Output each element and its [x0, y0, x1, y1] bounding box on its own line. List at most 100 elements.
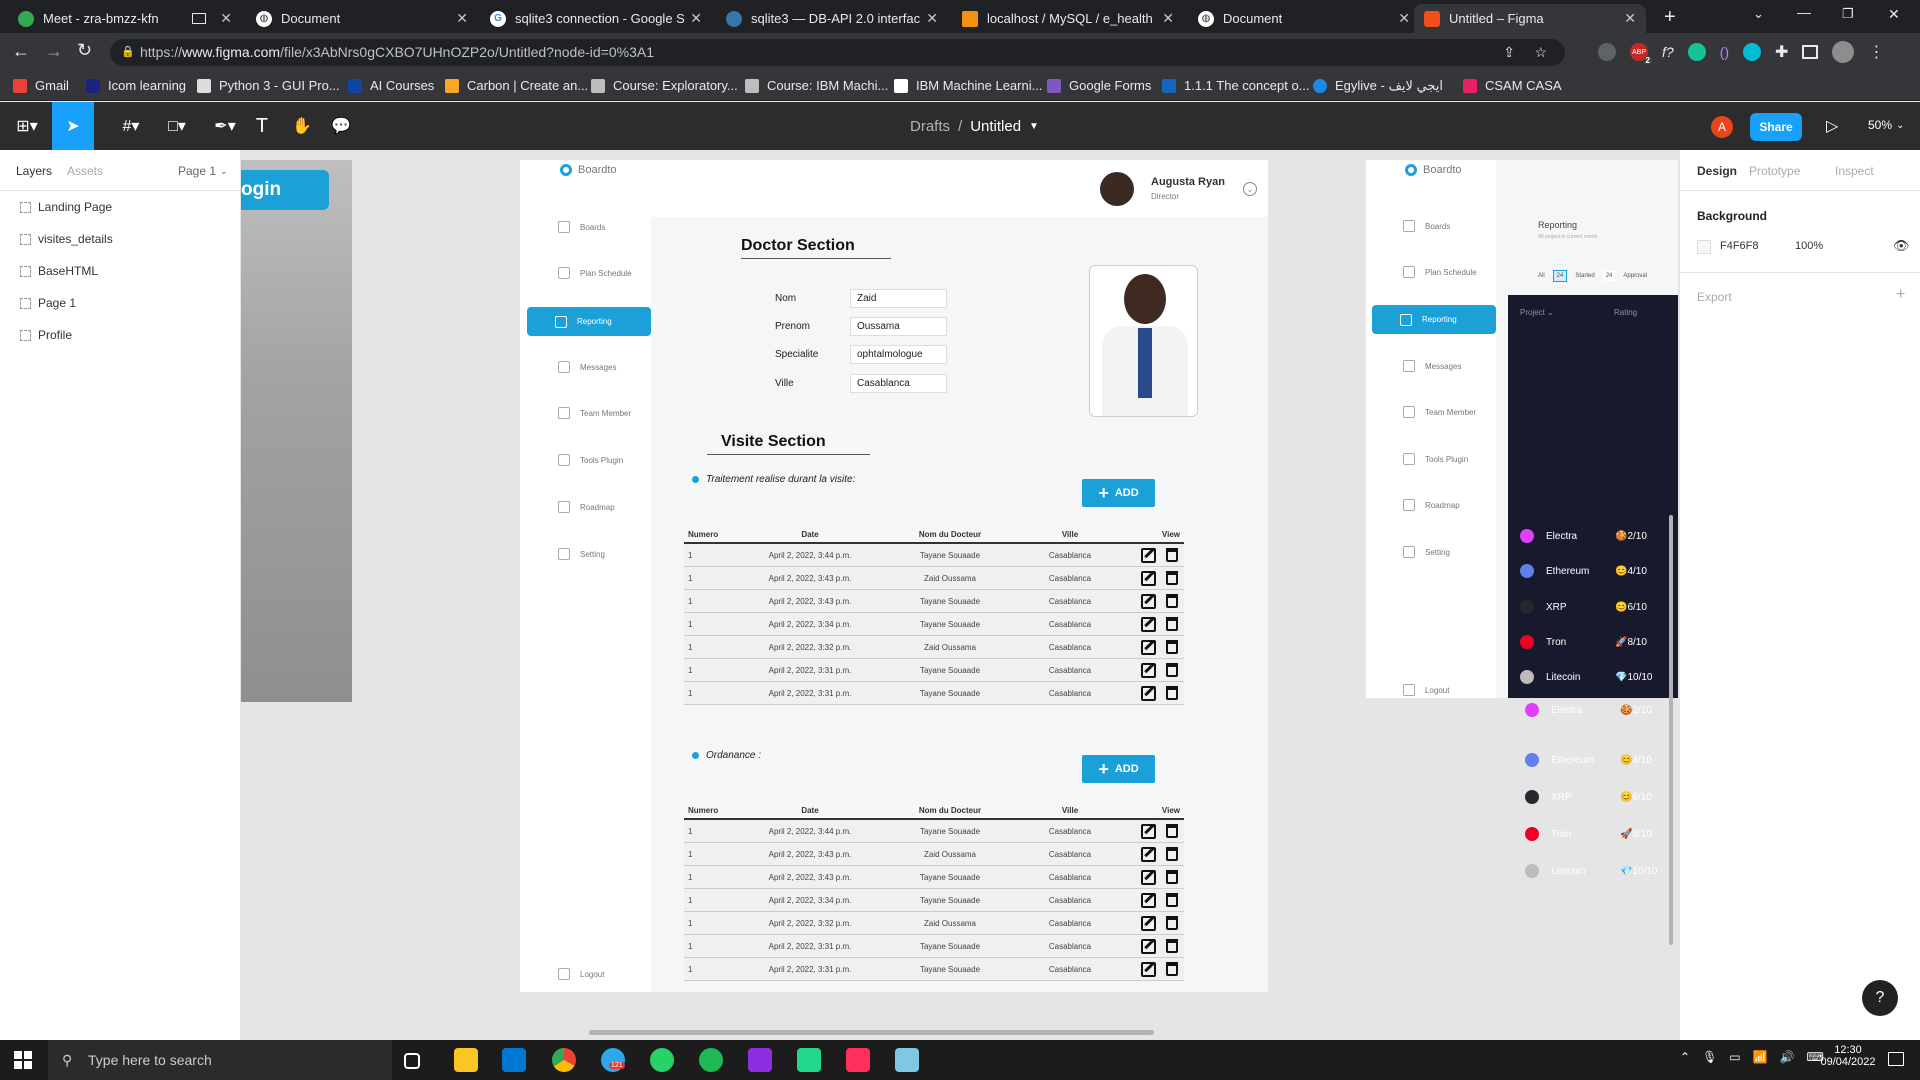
close-icon[interactable]: ✕ [1624, 10, 1636, 27]
layer-landing-page[interactable]: Landing Page [0, 191, 240, 223]
close-icon[interactable]: ✕ [1162, 10, 1174, 27]
sidebar-item-roadmap[interactable]: Roadmap [530, 494, 650, 520]
pycharm-icon[interactable] [797, 1048, 821, 1072]
filter-started[interactable]: Started [1575, 273, 1594, 279]
address-bar[interactable]: 🔒 https://www.figma.com/file/x3AbNrs0gCX… [110, 39, 1565, 66]
prenom-field[interactable]: Oussama [850, 317, 947, 336]
sidebar-item-tools-plugin[interactable]: Tools Plugin [1375, 446, 1495, 472]
sidebar-item-tools-plugin[interactable]: Tools Plugin [530, 447, 650, 473]
main-menu-icon[interactable]: ⊞▾ [6, 102, 48, 150]
phpstorm-icon[interactable] [748, 1048, 772, 1072]
bookmark-google-forms[interactable]: Google Forms [1047, 78, 1151, 93]
text-tool-icon[interactable]: T [241, 102, 283, 150]
edit-icon[interactable] [1141, 961, 1156, 977]
close-icon[interactable]: ✕ [220, 10, 232, 27]
edit-icon[interactable] [1141, 915, 1156, 931]
filter-all[interactable]: All [1538, 273, 1545, 279]
tab-figma[interactable]: Untitled – Figma ✕ [1414, 4, 1646, 33]
bookmark-course-ibm[interactable]: Course: IBM Machi... [745, 78, 888, 93]
formula-ext-icon[interactable]: f? [1662, 44, 1674, 60]
tab-python-docs[interactable]: sqlite3 — DB-API 2.0 interface fo ✕ [716, 4, 948, 33]
tab-prototype[interactable]: Prototype [1749, 164, 1800, 178]
hand-tool-icon[interactable]: ✋ [281, 102, 323, 150]
sidebar-item-messages[interactable]: Messages [530, 354, 650, 380]
profile-avatar[interactable] [1832, 41, 1855, 63]
edit-icon[interactable] [1141, 846, 1156, 862]
notification-icon[interactable] [1888, 1052, 1904, 1066]
sidebar-item-team-member[interactable]: Team Member [1375, 399, 1495, 425]
trash-icon[interactable] [1166, 961, 1178, 976]
sidebar-item-team-member[interactable]: Team Member [530, 400, 650, 426]
intellij-icon[interactable] [846, 1048, 870, 1072]
edit-icon[interactable] [1141, 616, 1156, 632]
trash-icon[interactable] [1166, 892, 1178, 907]
trash-icon[interactable] [1166, 547, 1178, 562]
pen-tool-icon[interactable]: ✒▾ [204, 102, 246, 150]
tab-layers[interactable]: Layers [16, 164, 52, 178]
microphone-icon[interactable]: 🎙 [1702, 1050, 1717, 1064]
store-icon[interactable] [502, 1048, 526, 1072]
page-dropdown[interactable]: Page 1 ⌄ [178, 164, 228, 178]
clock[interactable]: 12:30 09/04/2022 [1818, 1044, 1878, 1068]
landing-frame-preview[interactable]: ogin [241, 160, 352, 702]
bookmark-ibm-ml[interactable]: IBM Machine Learni... [894, 78, 1042, 93]
close-icon[interactable]: ✕ [926, 10, 938, 27]
bookmark-egylive[interactable]: Egylive - ايجي لايف [1313, 78, 1443, 94]
filter-approval[interactable]: Approval [1623, 273, 1647, 279]
login-button[interactable]: ogin [241, 170, 329, 210]
eye-icon[interactable]: 👁 [1893, 238, 1910, 254]
trash-icon[interactable] [1166, 938, 1178, 953]
drafts-link[interactable]: Drafts [910, 118, 950, 135]
bookmark-star-icon[interactable]: ☆ [1534, 39, 1547, 66]
coin-row[interactable]: Litecoin 💎10/10 [1507, 662, 1677, 692]
bookmark-carbon[interactable]: Carbon | Create an... [445, 78, 588, 93]
comment-tool-icon[interactable]: 💬 [320, 102, 362, 150]
extension-icon[interactable] [1598, 43, 1616, 61]
sidebar-item-plan-schedule[interactable]: Plan Schedule [530, 260, 650, 286]
trash-icon[interactable] [1166, 869, 1178, 884]
window-close-icon[interactable]: ✕ [1888, 6, 1900, 23]
add-ordonance-button[interactable]: + ADD [1082, 755, 1155, 783]
chevron-down-icon[interactable]: ⌄ [1243, 182, 1257, 196]
coin-row[interactable]: Electra 🍪2/10 [1507, 521, 1677, 551]
bookmark-csam[interactable]: CSAM CASA [1463, 78, 1562, 93]
layer-page-1[interactable]: Page 1 [0, 287, 240, 319]
horizontal-scrollbar[interactable] [589, 1030, 1154, 1035]
edit-icon[interactable] [1141, 823, 1156, 839]
trash-icon[interactable] [1166, 915, 1178, 930]
zoom-dropdown[interactable]: 50% ⌄ [1868, 118, 1904, 132]
grammarly-icon[interactable] [1687, 43, 1706, 61]
layer-profile[interactable]: Profile [0, 319, 240, 351]
bookmark-python-gui[interactable]: Python 3 - GUI Pro... [197, 78, 340, 93]
vpn-ext-icon[interactable] [1743, 43, 1762, 61]
notepad-icon[interactable] [895, 1048, 919, 1072]
sidebar-item-setting[interactable]: Setting [530, 541, 650, 567]
tab-google-search[interactable]: Gsqlite3 connection - Google Sea ✕ [480, 4, 712, 33]
coin-row[interactable]: Tron 🚀8/10 [1507, 627, 1677, 657]
add-traitement-button[interactable]: + ADD [1082, 479, 1155, 507]
bookmark-ai-courses[interactable]: AI Courses [348, 78, 434, 93]
trash-icon[interactable] [1166, 593, 1178, 608]
forward-icon[interactable]: → [45, 41, 63, 62]
coin-row[interactable]: Ethereum 😊4/10 [1512, 745, 1682, 775]
layer-basehtml[interactable]: BaseHTML [0, 255, 240, 287]
coin-row[interactable]: XRP 😊6/10 [1507, 592, 1677, 622]
bookmark-icom[interactable]: Icom learning [86, 78, 186, 93]
edit-icon[interactable] [1141, 593, 1156, 609]
adblock-icon[interactable]: ABP 2 [1630, 43, 1652, 65]
tab-inspect[interactable]: Inspect [1835, 164, 1874, 178]
trash-icon[interactable] [1166, 662, 1178, 677]
sidebar-item-messages[interactable]: Messages [1375, 353, 1495, 379]
windows-start-icon[interactable] [14, 1051, 32, 1069]
close-icon[interactable]: ✕ [1398, 10, 1410, 27]
color-swatch[interactable] [1697, 240, 1711, 254]
chevron-down-icon[interactable]: ▼ [1029, 121, 1039, 132]
tab-phpmyadmin[interactable]: localhost / MySQL / e_health / u ✕ [952, 4, 1184, 33]
telegram-icon[interactable]: 121 [601, 1048, 625, 1072]
edit-icon[interactable] [1141, 938, 1156, 954]
edit-icon[interactable] [1141, 869, 1156, 885]
task-view-icon[interactable] [404, 1053, 420, 1069]
share-button[interactable]: Share [1750, 113, 1802, 141]
brackets-ext-icon[interactable]: () [1720, 44, 1729, 60]
sidebar-item-boards[interactable]: Boards [530, 214, 650, 240]
